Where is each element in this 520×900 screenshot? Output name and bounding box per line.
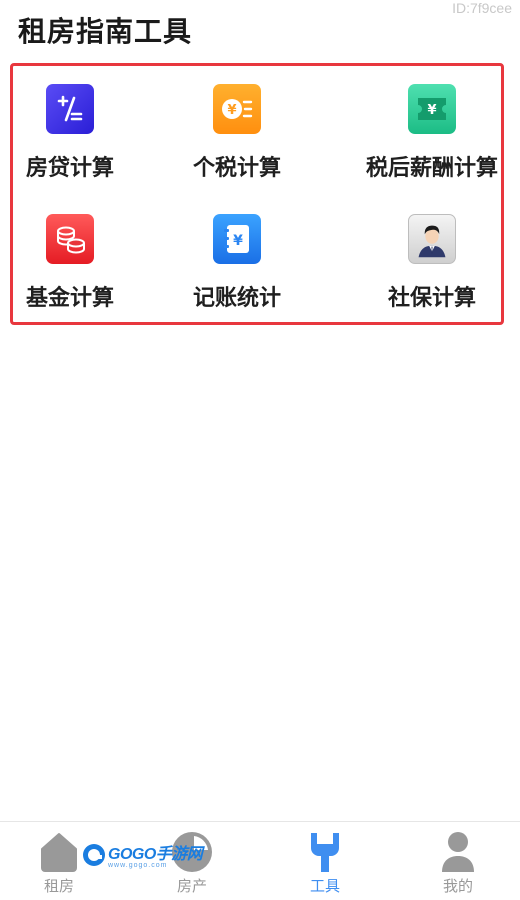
social-security-calculator-button[interactable]: 社保计算: [347, 196, 517, 316]
ledger-statistics-button[interactable]: ¥ 记账统计: [152, 196, 322, 316]
user-icon: [436, 830, 480, 874]
tool-label: 基金计算: [25, 286, 114, 311]
yuan-ticket-icon: ¥: [408, 84, 456, 134]
yuan-coin-list-icon: ¥: [213, 84, 261, 134]
svg-text:¥: ¥: [233, 233, 243, 249]
gogo-logo-icon: [83, 843, 105, 866]
tool-label: 个税计算: [192, 156, 281, 181]
tab-tools[interactable]: 工具: [260, 822, 390, 900]
plus-minus-icon: [46, 84, 94, 134]
person-avatar-icon: [408, 214, 456, 264]
tab-label: 房产: [176, 877, 207, 895]
svg-text:¥: ¥: [427, 103, 436, 118]
tab-mine[interactable]: 我的: [393, 822, 520, 900]
income-tax-calculator-button[interactable]: ¥ 个税计算: [152, 66, 322, 186]
after-tax-salary-calculator-button[interactable]: ¥ 税后薪酬计算: [347, 66, 517, 186]
id-watermark: ID:7f9cee: [452, 0, 512, 16]
bottom-nav-bar: 租房 房产 工具 我的: [0, 821, 520, 900]
tool-label: 社保计算: [387, 286, 476, 311]
mortgage-calculator-button[interactable]: 房贷计算: [0, 66, 155, 186]
gogo-logo-text: GOGO手游网: [108, 846, 203, 863]
tool-label: 房贷计算: [25, 156, 114, 181]
house-icon: [37, 830, 81, 874]
page-title: 租房指南工具: [18, 15, 193, 48]
tab-label: 我的: [442, 877, 473, 895]
fund-calculator-button[interactable]: 基金计算: [0, 196, 155, 316]
tab-label: 租房: [43, 877, 74, 895]
svg-text:¥: ¥: [227, 103, 236, 118]
wrench-icon: [303, 830, 347, 874]
tool-grid: 房贷计算 ¥ 个税计算 ¥ 税后薪酬计算 基金计算 ¥ 记账统计 社保计算: [10, 63, 504, 325]
tool-label: 税后薪酬计算: [365, 156, 498, 181]
gogo-watermark-logo: GOGO手游网 www.gogo.com: [82, 840, 203, 869]
tool-label: 记账统计: [192, 286, 281, 311]
coin-stack-icon: [46, 214, 94, 264]
yuan-notebook-icon: ¥: [213, 214, 261, 264]
tab-label: 工具: [309, 877, 340, 895]
